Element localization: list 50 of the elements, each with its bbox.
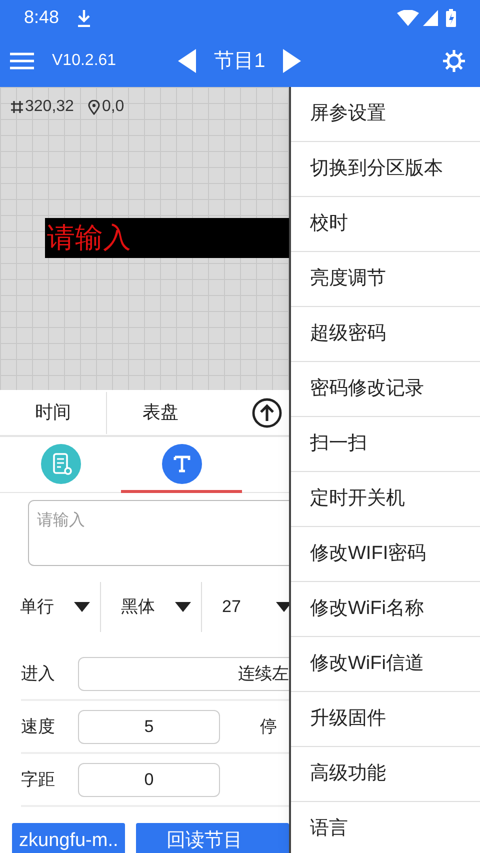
upload-icon[interactable] [252, 398, 282, 428]
menu-item[interactable]: 高级功能 [291, 747, 480, 802]
size-label: 320,32 [25, 97, 74, 117]
caret-icon [175, 602, 191, 612]
menu-item[interactable]: 超级密码 [291, 307, 480, 362]
signal-icon [423, 10, 438, 26]
menu-item[interactable]: 定时开关机 [291, 472, 480, 527]
position-label: 0,0 [102, 97, 124, 117]
text-tool-icon [162, 444, 202, 484]
menu-item[interactable]: 屏参设置 [291, 87, 480, 142]
previous-icon[interactable] [178, 49, 196, 73]
led-text: 请输入 [47, 224, 131, 252]
grid-icon [10, 100, 24, 114]
menu-item[interactable]: 修改WiFi信道 [291, 637, 480, 692]
menu-item[interactable]: 升级固件 [291, 692, 480, 747]
program-title: 节目1 [214, 49, 266, 74]
input-field[interactable]: 0 [78, 762, 220, 796]
menu-item[interactable]: 修改WIFI密码 [291, 527, 480, 582]
menu-item[interactable]: 语言 [291, 802, 480, 853]
version-label: V10.2.61 [52, 51, 116, 71]
wifi-icon [397, 10, 419, 26]
field-label: 速度 [21, 716, 56, 738]
field-label: 进入 [21, 662, 56, 685]
input-field[interactable]: 5 [78, 710, 220, 744]
caret-icon [74, 602, 90, 612]
dropdown[interactable]: 单行 [0, 582, 101, 632]
action-button[interactable]: 回读节目 [136, 823, 289, 853]
menu-icon[interactable] [10, 52, 34, 70]
location-pin-icon [88, 100, 100, 114]
text-input-field[interactable]: 请输入 [28, 500, 289, 566]
menu-item[interactable]: 切换到分区版本 [291, 142, 480, 197]
document-gear-icon [40, 444, 80, 484]
field-label: 字距 [21, 768, 56, 791]
tab[interactable]: 表盘 [107, 392, 214, 434]
status-time: 8:48 [24, 6, 60, 29]
action-button[interactable]: zkungfu-m.. [12, 823, 126, 853]
menu-item[interactable]: 密码修改记录 [291, 362, 480, 417]
menu-item[interactable]: 修改WiFi名称 [291, 582, 480, 637]
tab[interactable]: 时间 [0, 392, 107, 434]
field-label: 停 [260, 716, 277, 738]
input-field[interactable]: 连续左 [78, 656, 289, 690]
dropdown[interactable]: 黑体 [101, 582, 202, 632]
menu-item[interactable]: 亮度调节 [291, 252, 480, 307]
next-icon[interactable] [283, 49, 302, 73]
caret-icon [276, 602, 289, 612]
download-icon [77, 8, 92, 26]
menu-item[interactable]: 校时 [291, 197, 480, 252]
menu-item[interactable]: 扫一扫 [291, 417, 480, 472]
battery-icon [446, 8, 456, 26]
settings-icon[interactable] [442, 49, 466, 73]
